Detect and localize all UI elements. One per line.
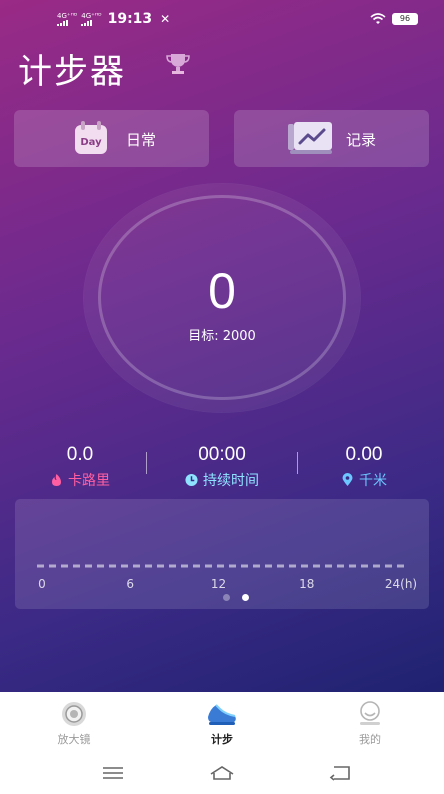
chart-tick-label: 12 bbox=[211, 577, 226, 591]
user-icon bbox=[360, 701, 380, 725]
chart-tick-label: 0 bbox=[38, 577, 46, 591]
duration-value: 00:00 bbox=[198, 444, 246, 465]
duration-label-row: 持续时间 bbox=[148, 470, 296, 490]
flame-icon bbox=[52, 474, 61, 486]
page-indicator bbox=[223, 594, 249, 601]
step-goal: 目标: 2000 bbox=[188, 329, 256, 344]
page-dot[interactable] bbox=[223, 594, 230, 601]
tab-pedometer[interactable]: 计步 bbox=[182, 700, 262, 747]
record-button-label: 记录 bbox=[346, 131, 377, 149]
calendar-day-icon: Day bbox=[75, 121, 107, 154]
clock-icon bbox=[185, 473, 198, 487]
calories-label-row: 卡路里 bbox=[6, 470, 154, 490]
calories-label: 卡路里 bbox=[68, 473, 110, 489]
tools-icon: ✕ bbox=[160, 12, 171, 26]
chart-tick-label: 18 bbox=[299, 577, 314, 591]
tab-magnifier[interactable]: 放大镜 bbox=[34, 700, 114, 747]
tab-magnifier-label: 放大镜 bbox=[57, 733, 91, 746]
record-button[interactable]: 记录 bbox=[234, 110, 429, 167]
distance-label: 千米 bbox=[359, 473, 387, 489]
chart-svg: 0 6 12 18 24(h) bbox=[37, 564, 417, 591]
chart-tick-label: 24(h) bbox=[385, 577, 417, 591]
tab-profile-label: 我的 bbox=[359, 733, 381, 746]
duration-stat: 00:00 持续时间 bbox=[148, 444, 296, 490]
tab-profile[interactable]: 我的 bbox=[330, 700, 410, 747]
magnifier-icon bbox=[62, 702, 86, 726]
sim1-label: 4G⁺ᴴᴰ bbox=[57, 12, 78, 20]
system-nav-bar bbox=[0, 752, 444, 794]
page-title: 计步器 bbox=[18, 52, 126, 92]
trophy-icon bbox=[166, 54, 190, 74]
app-background: 4G⁺ᴴᴰ 4G⁺ᴴᴰ 19:13 ✕ 96 计步器 Day 日常 记录 0 目… bbox=[0, 0, 444, 692]
shoe-icon bbox=[208, 704, 236, 725]
battery-icon: 96 bbox=[392, 13, 418, 25]
menu-icon[interactable] bbox=[100, 764, 126, 782]
status-left: 4G⁺ᴴᴰ 4G⁺ᴴᴰ 19:13 ✕ bbox=[57, 11, 170, 27]
distance-value: 0.00 bbox=[345, 444, 383, 465]
distance-label-row: 千米 bbox=[290, 470, 438, 490]
status-bar: 4G⁺ᴴᴰ 4G⁺ᴴᴰ 19:13 ✕ 96 bbox=[0, 0, 444, 38]
tab-pedometer-label: 计步 bbox=[211, 733, 233, 746]
page-dot-active[interactable] bbox=[242, 594, 249, 601]
day-icon-text: Day bbox=[80, 137, 102, 148]
hourly-step-chart[interactable]: 0 6 12 18 24(h) bbox=[15, 499, 429, 609]
status-time: 19:13 bbox=[107, 11, 153, 27]
wifi-icon bbox=[370, 13, 386, 24]
stat-divider bbox=[146, 452, 147, 474]
daily-button-label: 日常 bbox=[126, 131, 157, 149]
sim2-label: 4G⁺ᴴᴰ bbox=[81, 12, 102, 20]
signal-icon: 4G⁺ᴴᴰ bbox=[57, 12, 77, 26]
location-pin-icon bbox=[342, 473, 353, 486]
home-icon[interactable] bbox=[209, 764, 235, 782]
bottom-tab-bar: 放大镜 计步 我的 bbox=[0, 692, 444, 752]
chart-tick-label: 6 bbox=[126, 577, 134, 591]
back-icon[interactable] bbox=[328, 764, 354, 782]
status-right: 96 bbox=[370, 13, 418, 25]
distance-stat: 0.00 千米 bbox=[290, 444, 438, 490]
calories-stat: 0.0 卡路里 bbox=[6, 444, 154, 490]
duration-label: 持续时间 bbox=[203, 473, 259, 489]
trend-chart-icon bbox=[288, 122, 332, 154]
signal-icon-2: 4G⁺ᴴᴰ bbox=[81, 12, 102, 26]
calories-value: 0.0 bbox=[66, 444, 94, 465]
daily-button[interactable]: Day 日常 bbox=[14, 110, 209, 167]
step-count: 0 bbox=[208, 263, 236, 319]
